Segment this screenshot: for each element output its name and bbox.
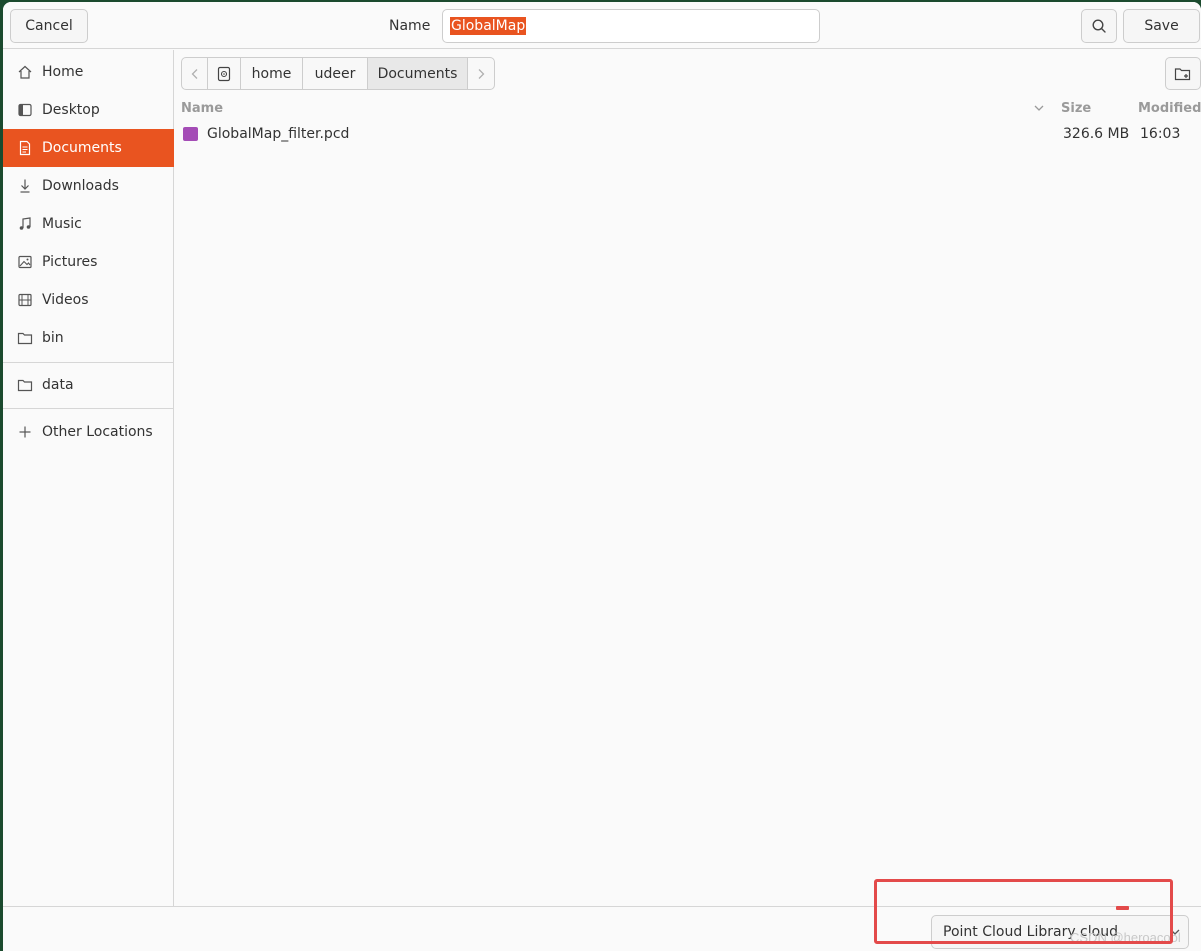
path-crumb-home[interactable]: home — [241, 58, 303, 89]
search-button[interactable] — [1081, 9, 1117, 43]
document-icon — [17, 140, 33, 156]
path-bar: home udeer Documents — [181, 57, 495, 90]
sidebar-item-label: bin — [42, 330, 64, 346]
annotation-mark — [1116, 906, 1129, 910]
sidebar-item-label: data — [42, 377, 74, 393]
home-icon — [17, 64, 33, 80]
file-modified: 16:03 — [1140, 126, 1181, 142]
new-folder-button[interactable] — [1165, 57, 1201, 90]
sidebar-item-label: Music — [42, 216, 82, 232]
download-icon — [17, 178, 33, 194]
file-row[interactable]: GlobalMap_filter.pcd 326.6 MB 16:03 — [175, 122, 1201, 148]
name-label: Name — [389, 18, 431, 34]
desktop-icon — [17, 102, 33, 118]
file-name: GlobalMap_filter.pcd — [207, 126, 350, 142]
sidebar-item-label: Downloads — [42, 178, 119, 194]
column-header-name[interactable]: Name — [181, 101, 223, 116]
sidebar-item-data[interactable]: data — [3, 366, 174, 404]
sidebar-item-documents[interactable]: Documents — [3, 129, 174, 167]
path-back-button[interactable] — [182, 58, 208, 89]
path-crumb-documents[interactable]: Documents — [368, 58, 468, 89]
bottom-bar: Point Cloud Library cloud — [3, 906, 1201, 951]
watermark: CSDN @heroacool — [1070, 930, 1181, 945]
sidebar-item-desktop[interactable]: Desktop — [3, 91, 174, 129]
sidebar-item-pictures[interactable]: Pictures — [3, 243, 174, 281]
places-sidebar: Home Desktop Documents Downloads Music P… — [3, 50, 174, 906]
column-header-size[interactable]: Size — [1061, 101, 1091, 116]
sidebar-item-label: Documents — [42, 140, 122, 156]
sidebar-item-videos[interactable]: Videos — [3, 281, 174, 319]
file-save-dialog: Cancel Name GlobalMap Save Home Desktop — [3, 2, 1201, 951]
video-icon — [17, 292, 33, 308]
new-folder-icon — [1174, 67, 1191, 80]
path-crumb-udeer[interactable]: udeer — [303, 58, 368, 89]
picture-icon — [17, 254, 33, 270]
sidebar-item-label: Other Locations — [42, 424, 153, 440]
path-forward-button[interactable] — [468, 58, 494, 89]
point-cloud-file-icon — [183, 127, 198, 141]
search-icon — [1092, 19, 1106, 33]
file-size: 326.6 MB — [1063, 126, 1130, 142]
sidebar-item-label: Pictures — [42, 254, 98, 270]
chevron-right-icon — [478, 68, 485, 79]
folder-icon — [17, 330, 33, 346]
sidebar-item-label: Desktop — [42, 102, 100, 118]
sidebar-item-bin[interactable]: bin — [3, 319, 174, 357]
sidebar-item-music[interactable]: Music — [3, 205, 174, 243]
cancel-button[interactable]: Cancel — [10, 9, 88, 43]
chevron-left-icon — [191, 68, 197, 79]
sidebar-item-label: Home — [42, 64, 84, 80]
sidebar-item-label: Videos — [42, 292, 89, 308]
drive-icon — [217, 66, 231, 81]
sidebar-separator — [3, 362, 174, 363]
path-crumb-root[interactable] — [208, 58, 241, 89]
header-bar: Cancel Name GlobalMap Save — [3, 2, 1201, 49]
sidebar-item-home[interactable]: Home — [3, 53, 174, 91]
column-header-modified[interactable]: Modified — [1138, 101, 1201, 116]
plus-icon — [17, 424, 33, 440]
sort-chevron-down-icon[interactable] — [1033, 101, 1045, 115]
filename-input[interactable]: GlobalMap — [442, 9, 820, 43]
sidebar-item-other-locations[interactable]: Other Locations — [3, 413, 174, 451]
music-icon — [17, 216, 33, 232]
sidebar-separator — [3, 408, 174, 409]
save-button[interactable]: Save — [1123, 9, 1200, 43]
filename-value: GlobalMap — [450, 17, 527, 35]
folder-icon — [17, 377, 33, 393]
sidebar-item-downloads[interactable]: Downloads — [3, 167, 174, 205]
